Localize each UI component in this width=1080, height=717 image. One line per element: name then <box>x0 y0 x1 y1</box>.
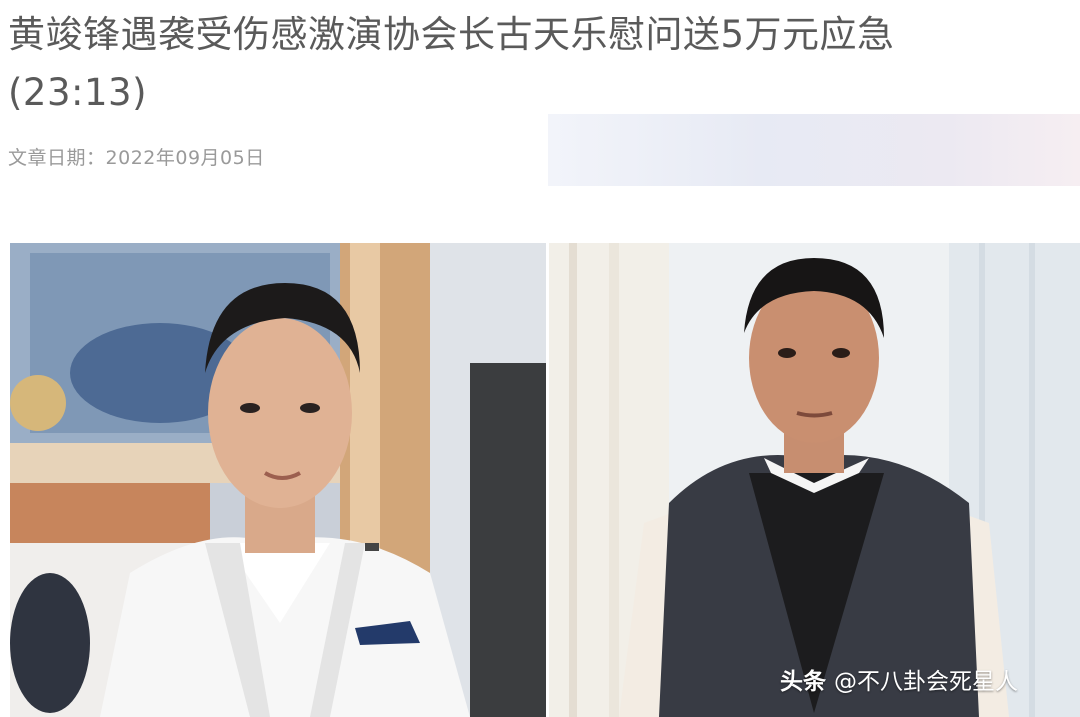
article-date: 文章日期：2022年09月05日 <box>8 143 265 170</box>
photo-right <box>549 243 1080 717</box>
article-title: 黄竣锋遇袭受伤感激演协会长古天乐慰问送5万元应急(23:13) <box>8 13 895 114</box>
article-page: 黄竣锋遇袭受伤感激演协会长古天乐慰问送5万元应急(23:13) 文章日期：202… <box>0 0 1080 717</box>
date-label: 文章日期： <box>8 147 106 169</box>
ad-banner[interactable] <box>548 114 1080 186</box>
date-value: 2022年09月05日 <box>105 147 265 169</box>
photo-right-illustration <box>549 243 1080 717</box>
watermark-brand: 头条 <box>780 669 826 695</box>
photo-left <box>10 243 546 717</box>
watermark-handle: @不八卦会死星人 <box>834 669 1018 695</box>
photo-left-illustration <box>10 243 546 717</box>
source-watermark: 头条 @不八卦会死星人 <box>780 662 1018 696</box>
